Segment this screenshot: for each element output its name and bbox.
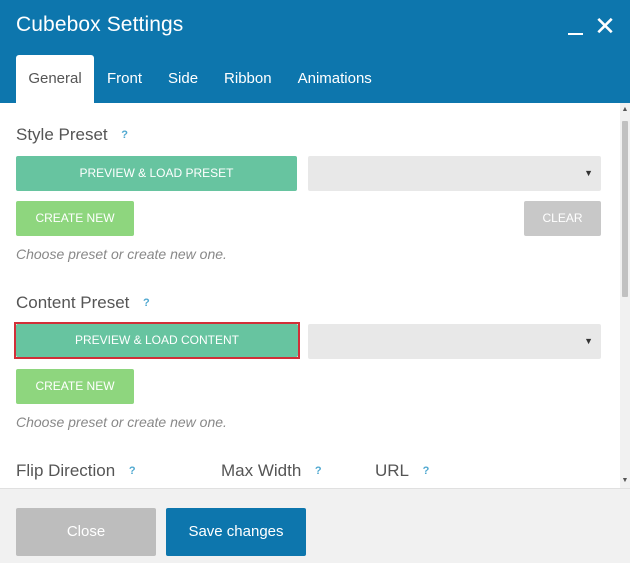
tab-general[interactable]: General xyxy=(16,55,94,103)
save-changes-button[interactable]: Save changes xyxy=(166,508,306,556)
flip-direction-text: Flip Direction xyxy=(16,461,116,480)
max-width-text: Max Width xyxy=(221,461,302,480)
style-preset-hint: Choose preset or create new one. xyxy=(16,246,227,262)
help-icon[interactable]: ? xyxy=(311,464,325,478)
scrollbar-thumb[interactable] xyxy=(622,121,628,297)
close-button[interactable]: Close xyxy=(16,508,156,556)
content-preset-heading: Content Preset? xyxy=(16,293,153,313)
dialog-footer: Close Save changes xyxy=(0,488,630,563)
tab-animations[interactable]: Animations xyxy=(285,55,385,103)
help-icon[interactable]: ? xyxy=(419,464,433,478)
help-icon[interactable]: ? xyxy=(125,464,139,478)
scroll-up-icon[interactable]: ▲ xyxy=(620,105,630,115)
chevron-down-icon: ▼ xyxy=(584,168,593,178)
url-text: URL xyxy=(375,461,410,480)
tab-side[interactable]: Side xyxy=(155,55,211,103)
flip-direction-label: Flip Direction? xyxy=(16,461,139,481)
minimize-icon[interactable] xyxy=(564,14,586,38)
create-new-preset-button[interactable]: CREATE NEW xyxy=(16,201,134,236)
style-preset-title: Style Preset xyxy=(16,125,108,144)
max-width-label: Max Width? xyxy=(221,461,325,481)
content-preset-select[interactable]: ▼ xyxy=(308,324,601,359)
dialog-header: Cubebox Settings ✕ General Front Side Ri… xyxy=(0,0,630,103)
settings-dialog: Cubebox Settings ✕ General Front Side Ri… xyxy=(0,0,630,563)
dialog-title: Cubebox Settings xyxy=(16,13,184,36)
vertical-scrollbar[interactable]: ▲ ▼ xyxy=(620,103,630,488)
clear-button[interactable]: CLEAR xyxy=(524,201,601,236)
style-preset-heading: Style Preset? xyxy=(16,125,132,145)
help-icon[interactable]: ? xyxy=(139,296,153,310)
general-tab-content: Style Preset? PREVIEW & LOAD PRESET ▼ CR… xyxy=(0,103,620,488)
preview-load-preset-button[interactable]: PREVIEW & LOAD PRESET xyxy=(16,156,297,191)
close-icon[interactable]: ✕ xyxy=(594,13,616,39)
tab-ribbon[interactable]: Ribbon xyxy=(211,55,285,103)
tab-front[interactable]: Front xyxy=(94,55,155,103)
help-icon[interactable]: ? xyxy=(118,128,132,142)
content-preset-title: Content Preset xyxy=(16,293,130,312)
content-preset-hint: Choose preset or create new one. xyxy=(16,414,227,430)
chevron-down-icon: ▼ xyxy=(584,336,593,346)
create-new-content-button[interactable]: CREATE NEW xyxy=(16,369,134,404)
style-preset-select[interactable]: ▼ xyxy=(308,156,601,191)
preview-load-content-button[interactable]: PREVIEW & LOAD CONTENT xyxy=(16,324,298,357)
scroll-down-icon[interactable]: ▼ xyxy=(620,476,630,486)
url-label: URL? xyxy=(375,461,433,481)
tab-bar: General Front Side Ribbon Animations xyxy=(16,55,385,103)
